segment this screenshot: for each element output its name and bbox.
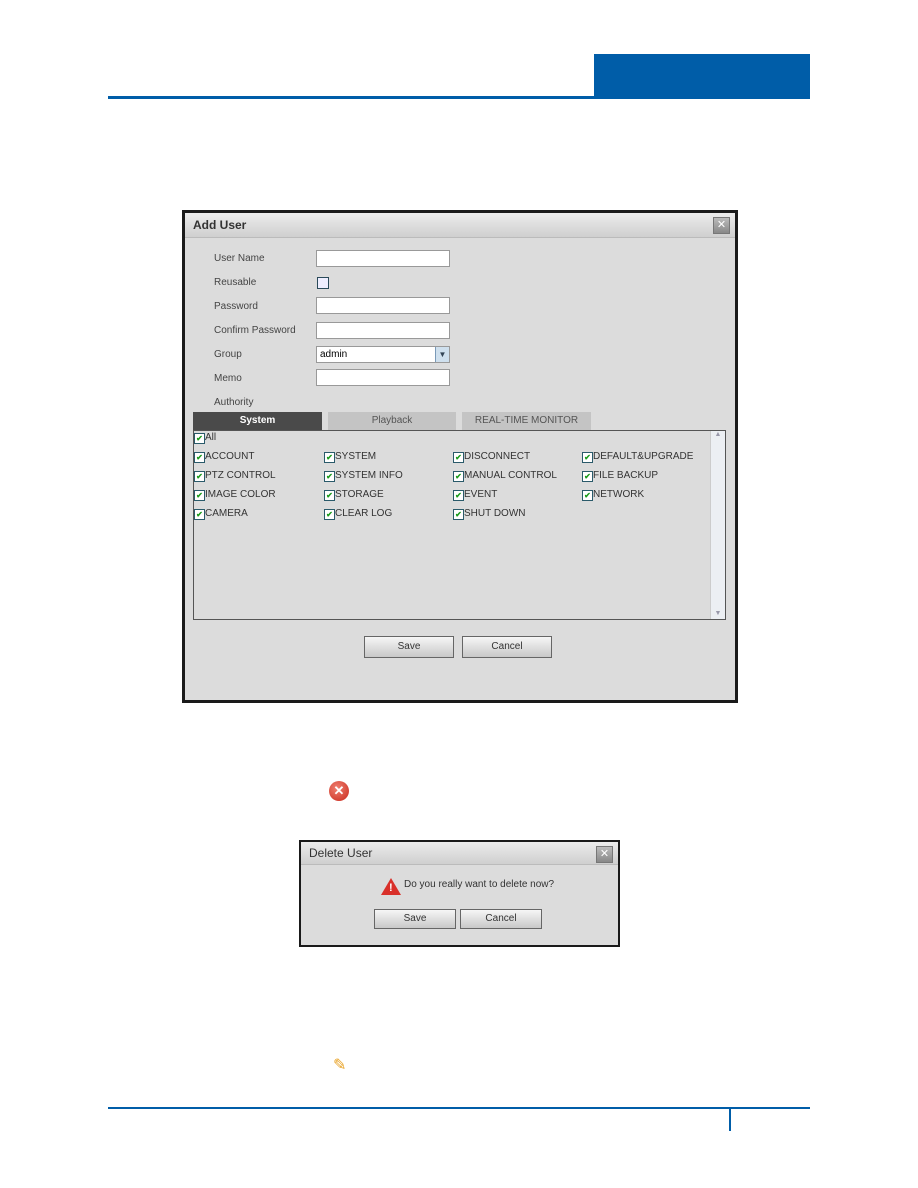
permission-checkbox[interactable]: ✔ EVENT [453, 489, 497, 501]
permission-label: CAMERA [205, 508, 248, 519]
reusable-label: Reusable [214, 277, 257, 288]
checkbox-checked-icon: ✔ [324, 509, 335, 520]
group-label: Group [214, 349, 242, 360]
tab-real-time-monitor[interactable]: REAL-TIME MONITOR [462, 412, 591, 430]
permission-label: All [205, 432, 217, 443]
footer-divider [729, 1107, 731, 1131]
scrollbar[interactable]: ▲ ▼ [710, 431, 725, 619]
permission-label: ACCOUNT [205, 451, 255, 462]
password-input[interactable] [316, 297, 450, 314]
cancel-button[interactable]: Cancel [460, 909, 542, 929]
delete-message: Do you really want to delete now? [404, 879, 555, 890]
checkbox-checked-icon: ✔ [453, 452, 464, 463]
delete-user-dialog: Delete User ✕ ! Do you really want to de… [299, 840, 620, 947]
close-icon[interactable]: ✕ [713, 217, 730, 234]
checkbox-checked-icon: ✔ [194, 433, 205, 444]
permission-checkbox[interactable]: ✔ PTZ CONTROL [194, 470, 276, 482]
permission-label: DISCONNECT [464, 451, 531, 462]
footer-rule [108, 1107, 810, 1109]
manual-page: Add User ✕ User Name Reusable Password C… [0, 0, 918, 1188]
permission-checkbox[interactable]: ✔ ACCOUNT [194, 451, 254, 463]
checkbox-checked-icon: ✔ [453, 490, 464, 501]
checkbox-checked-icon: ✔ [582, 471, 593, 482]
checkbox-checked-icon: ✔ [194, 471, 205, 482]
permission-checkbox[interactable]: ✔ SHUT DOWN [453, 508, 525, 520]
cancel-button[interactable]: Cancel [462, 636, 552, 658]
checkbox-checked-icon: ✔ [324, 452, 335, 463]
permission-label: STORAGE [335, 489, 384, 500]
confirm-password-label: Confirm Password [214, 325, 296, 336]
permission-label: NETWORK [593, 489, 645, 500]
scroll-down-icon[interactable]: ▼ [711, 610, 725, 617]
permission-label: CLEAR LOG [335, 508, 393, 519]
header-tab-block [594, 54, 810, 99]
checkbox-checked-icon: ✔ [582, 490, 593, 501]
dialog-title: Add User [185, 213, 735, 238]
checkbox-checked-icon: ✔ [194, 452, 205, 463]
checkbox-checked-icon: ✔ [194, 490, 205, 501]
group-value: admin [320, 349, 348, 360]
memo-input[interactable] [316, 369, 450, 386]
permission-checkbox[interactable]: ✔ SYSTEM INFO [324, 470, 403, 482]
delete-icon: ✕ [329, 781, 349, 801]
permission-checkbox[interactable]: ✔ DISCONNECT [453, 451, 530, 463]
close-icon[interactable]: ✕ [596, 846, 613, 863]
permission-panel: ✔ All ✔ ACCOUNT ✔ SYSTEM ✔ DISCONNECT ✔ DEFAULT&… [193, 430, 726, 620]
permission-checkbox[interactable]: ✔ MANUAL CONTROL [453, 470, 557, 482]
permission-label: IMAGE COLOR [205, 489, 276, 500]
add-user-dialog: Add User ✕ User Name Reusable Password C… [182, 210, 738, 703]
user-name-label: User Name [214, 253, 265, 264]
permission-all[interactable]: ✔ All [194, 432, 216, 444]
confirm-password-input[interactable] [316, 322, 450, 339]
checkbox-checked-icon: ✔ [582, 452, 593, 463]
permission-label: DEFAULT&UPGRADE [593, 451, 694, 462]
permission-checkbox[interactable]: ✔ DEFAULT&UPGRADE [582, 451, 693, 463]
permission-checkbox[interactable]: ✔ IMAGE COLOR [194, 489, 276, 501]
save-button[interactable]: Save [364, 636, 454, 658]
checkbox-checked-icon: ✔ [194, 509, 205, 520]
checkbox-checked-icon: ✔ [324, 471, 335, 482]
chevron-down-icon[interactable]: ▼ [435, 347, 449, 362]
permission-label: SYSTEM INFO [335, 470, 403, 481]
group-select[interactable]: admin ▼ [316, 346, 450, 363]
edit-pencil-icon: ✎ [333, 1057, 347, 1074]
memo-label: Memo [214, 373, 242, 384]
permission-label: EVENT [464, 489, 498, 500]
permission-checkbox[interactable]: ✔ NETWORK [582, 489, 644, 501]
user-name-input[interactable] [316, 250, 450, 267]
checkbox-checked-icon: ✔ [453, 471, 464, 482]
reusable-checkbox[interactable] [317, 277, 329, 289]
permission-checkbox[interactable]: ✔ CLEAR LOG [324, 508, 392, 520]
authority-label: Authority [214, 397, 254, 408]
permission-label: PTZ CONTROL [205, 470, 276, 481]
permission-label: SYSTEM [335, 451, 377, 462]
permission-checkbox[interactable]: ✔ STORAGE [324, 489, 384, 501]
permission-label: SHUT DOWN [464, 508, 526, 519]
password-label: Password [214, 301, 258, 312]
permission-checkbox[interactable]: ✔ CAMERA [194, 508, 248, 520]
save-button[interactable]: Save [374, 909, 456, 929]
checkbox-checked-icon: ✔ [324, 490, 335, 501]
permission-checkbox[interactable]: ✔ SYSTEM [324, 451, 376, 463]
warning-mark: ! [389, 882, 393, 894]
permission-label: MANUAL CONTROL [464, 470, 557, 481]
permission-checkbox[interactable]: ✔ FILE BACKUP [582, 470, 658, 482]
tab-system[interactable]: System [193, 412, 322, 430]
dialog-title: Delete User [301, 842, 618, 865]
checkbox-checked-icon: ✔ [453, 509, 464, 520]
permission-label: FILE BACKUP [593, 470, 659, 481]
tab-playback[interactable]: Playback [328, 412, 456, 430]
scroll-up-icon[interactable]: ▲ [711, 431, 725, 438]
